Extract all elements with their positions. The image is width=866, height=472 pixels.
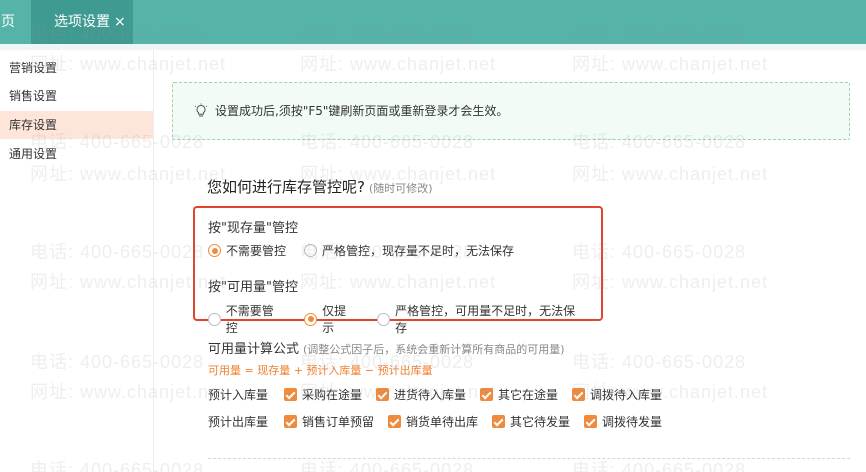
available-control-options: 不需要管控 仅提示 严格管控，可用量不足时，无法保存 <box>208 302 601 336</box>
checkbox-label: 调拨待发量 <box>602 415 663 429</box>
inbound-factors-row: 预计入库量 采购在途量 进货待入库量 其它在途量 调拨待入库量 <box>208 386 676 403</box>
section-title: 您如何进行库存管控呢? (随时可修改) <box>207 176 433 197</box>
checkbox-other-pending-shipment[interactable]: 其它待发量 <box>492 413 570 430</box>
checkbox-label: 其它待发量 <box>510 415 571 429</box>
sidebar: 营销设置 销售设置 库存设置 通用设置 <box>0 50 154 472</box>
checkbox-label: 其它在途量 <box>498 388 559 402</box>
stock-control-options: 不需要管控 严格管控，现存量不足时，无法保存 <box>208 242 532 259</box>
checkbox-checked-icon <box>388 415 402 428</box>
available-radio-prompt-only[interactable]: 仅提示 <box>304 302 357 336</box>
radio-checked-icon <box>208 244 221 257</box>
checkbox-label: 销货单待出库 <box>406 415 479 429</box>
tip-banner: 设置成功后,须按"F5"键刷新页面或重新登录才会生效。 <box>172 82 850 140</box>
radio-label: 严格管控，现存量不足时，无法保存 <box>322 244 515 258</box>
watermark-phone: 电话: 400-665-0028 <box>572 352 747 372</box>
checkbox-label: 进货待入库量 <box>394 388 467 402</box>
formula-expression: 可用量 = 现存量 + 预计入库量 − 预计出库量 <box>208 364 433 377</box>
formula-title: 可用量计算公式 (调整公式因子后，系统会重新计算所有商品的可用量) <box>208 338 565 357</box>
checkbox-delivery-pending[interactable]: 销货单待出库 <box>388 413 478 430</box>
stock-radio-no-control[interactable]: 不需要管控 <box>208 242 286 259</box>
checkbox-transfer-in-pending[interactable]: 调拨待入库量 <box>572 386 662 403</box>
watermark-site: 网址: www.chanjet.net <box>300 54 497 74</box>
outbound-label: 预计出库量 <box>208 415 269 429</box>
checkbox-sales-order-reserved[interactable]: 销售订单预留 <box>284 413 374 430</box>
top-tab-bar: 页 选项设置 × <box>0 0 866 44</box>
checkbox-transfer-out-pending[interactable]: 调拨待发量 <box>584 413 662 430</box>
checkbox-label: 采购在途量 <box>302 388 363 402</box>
stock-radio-strict[interactable]: 严格管控，现存量不足时，无法保存 <box>304 242 514 259</box>
checkbox-label: 调拨待入库量 <box>590 388 663 402</box>
checkbox-receipt-pending[interactable]: 进货待入库量 <box>376 386 466 403</box>
checkbox-other-in-transit[interactable]: 其它在途量 <box>480 386 558 403</box>
section-title-text: 您如何进行库存管控呢? <box>207 178 365 196</box>
checkbox-checked-icon <box>284 388 297 401</box>
checkbox-checked-icon <box>492 415 506 428</box>
tab-label: 选项设置 <box>54 14 110 30</box>
watermark-site: 网址: www.chanjet.net <box>572 54 769 74</box>
checkbox-purchase-in-transit[interactable]: 采购在途量 <box>284 386 362 403</box>
checkbox-checked-icon <box>572 388 586 401</box>
formula-hint: (调整公式因子后，系统会重新计算所有商品的可用量) <box>303 343 565 356</box>
lightbulb-icon <box>194 103 208 117</box>
radio-unchecked-icon <box>304 244 318 257</box>
radio-unchecked-icon <box>208 312 221 326</box>
checkbox-checked-icon <box>376 388 390 401</box>
sidebar-item-sales[interactable]: 销售设置 <box>0 82 153 110</box>
close-icon[interactable]: × <box>114 0 126 44</box>
checkbox-checked-icon <box>284 415 297 428</box>
inbound-label: 预计入库量 <box>208 388 269 402</box>
outbound-factors-row: 预计出库量 销售订单预留 销货单待出库 其它待发量 调拨待发量 <box>208 413 676 430</box>
sidebar-item-marketing[interactable]: 营销设置 <box>0 54 153 82</box>
tab-options-settings[interactable]: 选项设置 × <box>31 0 133 44</box>
radio-unchecked-icon <box>377 312 391 326</box>
available-radio-no-control[interactable]: 不需要管控 <box>208 302 284 336</box>
available-radio-strict[interactable]: 严格管控，可用量不足时，无法保存 <box>377 302 583 336</box>
section-hint: (随时可修改) <box>368 182 433 195</box>
checkbox-label: 销售订单预留 <box>302 415 375 429</box>
formula-title-text: 可用量计算公式 <box>208 342 300 357</box>
tab-home[interactable]: 页 <box>0 0 30 44</box>
radio-label: 仅提示 <box>322 304 347 335</box>
available-control-label: 按"可用量"管控 <box>208 280 298 295</box>
stock-control-label: 按"现存量"管控 <box>208 221 298 236</box>
sidebar-item-general[interactable]: 通用设置 <box>0 140 153 168</box>
radio-label: 不需要管控 <box>226 244 287 258</box>
watermark-site: 网址: www.chanjet.net <box>572 164 769 184</box>
checkbox-checked-icon <box>584 415 598 428</box>
radio-label: 严格管控，可用量不足时，无法保存 <box>395 304 576 335</box>
tip-text: 设置成功后,须按"F5"键刷新页面或重新登录才会生效。 <box>215 104 509 118</box>
sidebar-item-inventory[interactable]: 库存设置 <box>0 111 153 139</box>
checkbox-checked-icon <box>480 388 494 401</box>
radio-checked-icon <box>304 312 318 326</box>
section-divider <box>208 458 850 459</box>
inventory-control-panel: 按"现存量"管控 不需要管控 严格管控，现存量不足时，无法保存 按"可用量"管控… <box>193 206 603 335</box>
radio-label: 不需要管控 <box>225 304 274 335</box>
